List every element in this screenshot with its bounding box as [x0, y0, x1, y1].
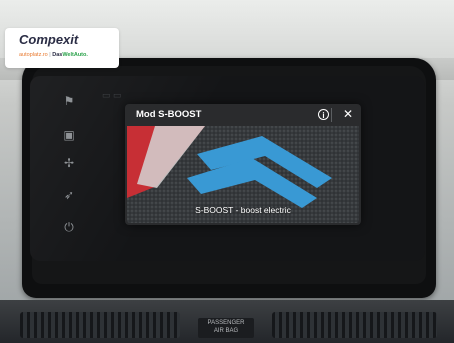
watermark-logo: Compexit autoplatz.ro | DasWeltAuto. — [5, 28, 119, 68]
right-air-vent — [272, 312, 437, 338]
left-air-vent — [20, 312, 180, 338]
info-icon[interactable]: i — [318, 109, 329, 120]
s-boost-popup: Mod S-BOOST i ✕ S-BOOST - boost electric — [125, 104, 361, 225]
popup-title: Mod S-BOOST — [136, 109, 202, 120]
popup-caption: S-BOOST - boost electric — [195, 205, 291, 215]
passenger-airbag-label: PASSENGER AIR BAG — [198, 318, 254, 338]
watermark-brand: Compexit — [19, 32, 79, 47]
popup-header: Mod S-BOOST i ✕ — [125, 104, 361, 126]
s-boost-animation: S-BOOST - boost electric — [127, 126, 359, 223]
header-divider — [331, 108, 332, 122]
close-icon[interactable]: ✕ — [342, 107, 354, 121]
watermark-tagline: autoplatz.ro | DasWeltAuto. — [19, 52, 88, 58]
